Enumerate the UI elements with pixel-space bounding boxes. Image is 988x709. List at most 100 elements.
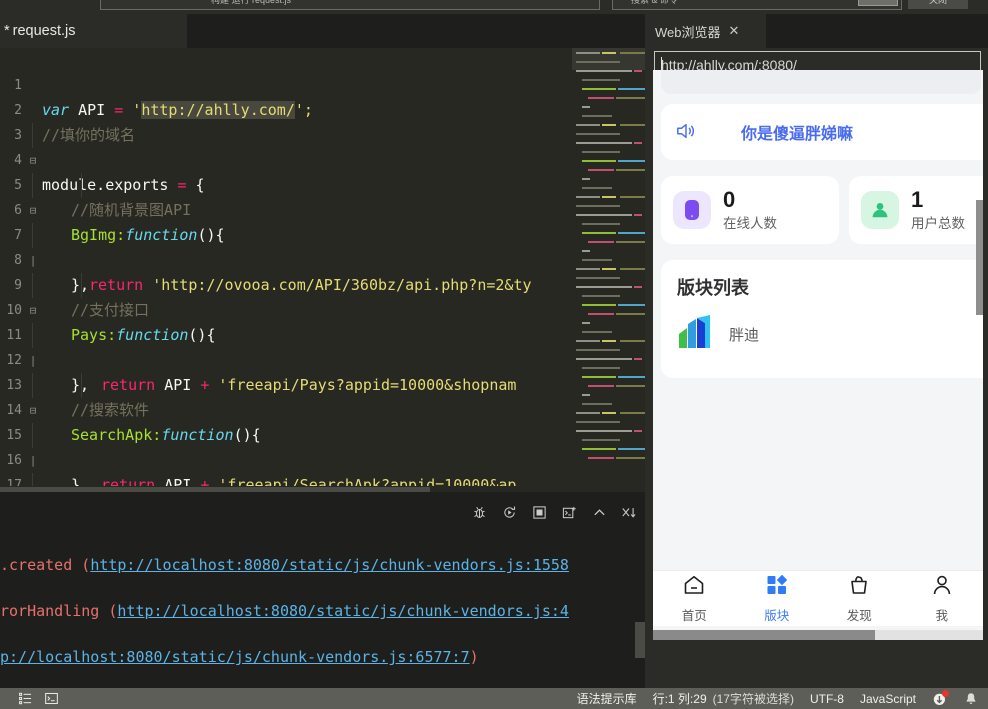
code-line[interactable]: 14 return API + 'freeapi/SearchApk?appid… — [0, 373, 645, 398]
minimap-line — [576, 133, 620, 135]
minimap-line — [582, 448, 616, 450]
minimap-line — [582, 178, 590, 180]
code-line[interactable]: 10 return API + 'freeapi/Pays?appid=1000… — [0, 273, 645, 298]
terminal-icon[interactable] — [44, 692, 58, 706]
stop-icon[interactable] — [531, 504, 547, 520]
console-line[interactable]: rorHandling (http://localhost:8080/stati… — [0, 588, 645, 634]
code-line[interactable]: 9 ⊟ Pays:function(){ — [0, 248, 645, 273]
code-line[interactable]: 4 //随机背景图API — [0, 123, 645, 148]
toolbar-square-button[interactable] — [858, 0, 898, 6]
clear-icon[interactable] — [621, 504, 637, 520]
toolbar-group-left[interactable]: 构建 运行 request.js — [100, 0, 600, 10]
minimap-line — [582, 259, 612, 261]
code-editor[interactable]: 1 var API = 'http://ahlly.com/'; 2 //填你的… — [0, 48, 645, 492]
minimap-line — [618, 232, 645, 234]
device-icon — [673, 191, 711, 229]
console-line[interactable]: p://localhost:8080/static/js/chunk-vendo… — [0, 634, 645, 680]
toolbar-left-label: 构建 运行 request.js — [211, 0, 291, 6]
minimap-line — [620, 340, 645, 342]
minimap-line — [616, 97, 645, 99]
minimap-line — [576, 430, 632, 432]
sections-card: 版块列表 胖迪 — [661, 260, 983, 378]
code-line[interactable]: 3 ⊟ module.exports = { — [0, 98, 645, 123]
notice-text: 你是傻逼胖娣嘛 — [741, 120, 853, 144]
minimap-line — [602, 124, 616, 126]
code-line[interactable]: 17 ⊟ GetApk:function(){ — [0, 448, 645, 473]
stat-label: 用户总数 — [911, 212, 965, 232]
stat-text-users: 1 用户总数 — [911, 188, 965, 232]
nav-item-home[interactable]: 首页 — [653, 571, 736, 626]
code-line[interactable]: 7 | }, — [0, 198, 645, 223]
preview-vertical-scrollbar[interactable] — [976, 200, 983, 315]
nav-item-profile[interactable]: 我 — [901, 571, 984, 626]
restart-icon[interactable] — [501, 504, 517, 520]
minimap-line — [582, 151, 620, 153]
bell-icon[interactable] — [964, 692, 978, 706]
tab-web-browser[interactable]: Web浏览器 ✕ — [645, 14, 766, 48]
minimap-line — [582, 295, 620, 297]
bug-icon[interactable] — [471, 504, 487, 520]
code-line[interactable]: 16 //获取软件信息 — [0, 423, 645, 448]
web-panel-tab-bar: Web浏览器 ✕ — [645, 14, 988, 48]
minimap-line — [576, 412, 600, 414]
minimap-line — [618, 448, 645, 450]
source-link[interactable]: p://localhost:8080/static/js/chunk-vendo… — [0, 648, 470, 666]
error-text: .created ( — [0, 556, 90, 574]
editor-tab-bar: * request.js — [0, 14, 645, 48]
new-terminal-icon[interactable] — [561, 504, 577, 520]
preview-horizontal-scrollbar[interactable] — [653, 630, 983, 640]
tab-request-js[interactable]: * request.js — [0, 14, 187, 48]
minimap-line — [576, 196, 600, 198]
minimap-line — [582, 223, 620, 225]
minimap-line — [582, 394, 590, 396]
tab-web-browser-label: Web浏览器 — [655, 22, 721, 41]
source-link[interactable]: http://localhost:8080/static/js/chunk-ve… — [117, 602, 569, 620]
list-item[interactable]: 胖迪 — [677, 314, 983, 355]
download-icon[interactable] — [932, 691, 948, 707]
minimap-line — [588, 313, 614, 315]
minimap-line — [620, 52, 645, 54]
code-line[interactable]: 8 //支付接口 — [0, 223, 645, 248]
syntax-library-label[interactable]: 语法提示库 — [577, 690, 637, 707]
notice-card[interactable]: 你是傻逼胖娣嘛 — [661, 104, 983, 160]
editor-minimap[interactable] — [572, 48, 645, 492]
code-line[interactable]: 5 ⊟ BgImg:function(){ — [0, 148, 645, 173]
indent-guide — [81, 173, 82, 198]
code-line[interactable]: 13 ⊟ SearchApk:function(){ — [0, 348, 645, 373]
stat-card-users[interactable]: 1 用户总数 — [849, 176, 983, 244]
code-line[interactable]: 6 return 'http://ovooa.com/API/360bz/api… — [0, 173, 645, 198]
encoding-label[interactable]: UTF-8 — [810, 692, 844, 706]
cursor-position[interactable]: 行:1 列:29 — [653, 690, 707, 707]
status-bar-right: 语法提示库 行:1 列:29 (17字符被选择) UTF-8 JavaScrip… — [577, 690, 988, 707]
code-line[interactable]: 11 | }, — [0, 298, 645, 323]
minimap-line — [582, 160, 616, 162]
section-list-title: 版块列表 — [677, 274, 983, 300]
indent-guide — [32, 273, 33, 298]
output-panel[interactable]: .created (http://localhost:8080/static/j… — [0, 492, 645, 688]
collapse-icon[interactable] — [591, 504, 607, 520]
nav-item-discover[interactable]: 发现 — [818, 571, 901, 626]
code-line[interactable]: 1 var API = 'http://ahlly.com/'; — [0, 48, 645, 73]
code-line[interactable]: 12 //搜索软件 — [0, 323, 645, 348]
indent-guide — [32, 423, 33, 448]
stat-card-online[interactable]: 0 在线人数 — [661, 176, 839, 244]
code-line[interactable]: 15 | }, — [0, 398, 645, 423]
minimap-line — [634, 142, 642, 144]
code-line[interactable]: 2 //填你的域名 — [0, 73, 645, 98]
console-vertical-scrollbar[interactable] — [635, 622, 645, 658]
nav-label-discover: 发现 — [847, 605, 872, 624]
console-line[interactable]: .Vue._init (http://localhost:8080/static… — [0, 680, 645, 688]
source-link[interactable]: http://localhost:8080/static/js/chunk-ve… — [90, 556, 569, 574]
outline-icon[interactable] — [18, 692, 32, 706]
console-output[interactable]: .created (http://localhost:8080/static/j… — [0, 542, 645, 688]
user-icon — [861, 191, 899, 229]
console-line[interactable]: .created (http://localhost:8080/static/j… — [0, 542, 645, 588]
minimap-line — [616, 385, 645, 387]
close-icon[interactable]: ✕ — [729, 23, 740, 39]
minimap-line — [576, 70, 632, 72]
nav-item-sections[interactable]: 版块 — [736, 571, 819, 626]
language-mode-label[interactable]: JavaScript — [860, 692, 916, 706]
code-lines[interactable]: 1 var API = 'http://ahlly.com/'; 2 //填你的… — [0, 48, 645, 492]
preview-viewport[interactable]: 你是傻逼胖娣嘛 0 在线人数 1 用户总数 版块列表 — [653, 70, 983, 640]
toolbar-close-button[interactable]: 关闭 — [908, 0, 968, 9]
